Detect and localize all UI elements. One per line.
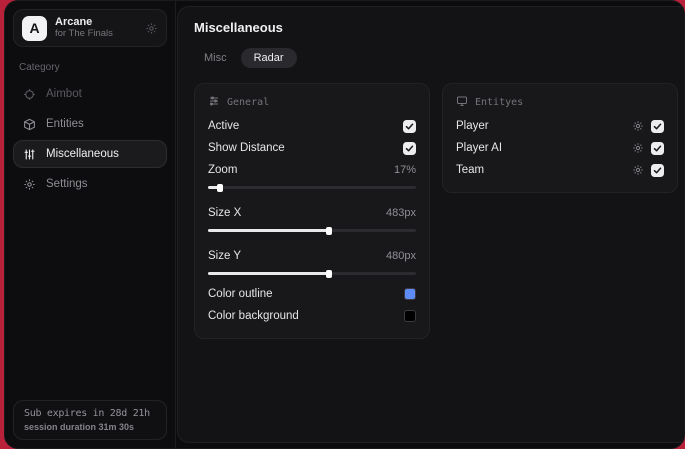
entity-row-player: Player bbox=[456, 115, 664, 137]
sidebar-item-label: Settings bbox=[46, 178, 88, 190]
setting-label: Color background bbox=[208, 310, 299, 322]
entity-label: Team bbox=[456, 164, 485, 176]
setting-row-color-outline: Color outline bbox=[208, 283, 416, 305]
page-title: Miscellaneous bbox=[194, 20, 283, 35]
entity-row-team: Team bbox=[456, 159, 664, 181]
session-duration-text: session duration 31m 30s bbox=[24, 422, 135, 432]
color-outline-swatch[interactable] bbox=[404, 288, 416, 300]
player-checkbox[interactable] bbox=[651, 119, 664, 133]
size-y-slider-fill bbox=[208, 269, 332, 278]
app-title: Arcane bbox=[55, 16, 93, 29]
app-window: A Arcane for The Finals Category Aimbot … bbox=[4, 0, 685, 449]
gear-icon[interactable] bbox=[632, 142, 644, 154]
size-x-value: 483px bbox=[386, 207, 416, 219]
monitor-icon bbox=[456, 95, 468, 110]
sliders-icon bbox=[23, 148, 36, 161]
setting-row-active: Active bbox=[208, 115, 416, 137]
setting-label: Size X bbox=[208, 207, 242, 219]
sub-expiry-text: Sub expires in 28d 21h bbox=[24, 408, 150, 419]
sidebar-item-label: Entities bbox=[46, 118, 84, 130]
app-subtitle: for The Finals bbox=[55, 27, 113, 39]
size-x-slider-thumb[interactable] bbox=[325, 226, 332, 235]
main-card: Miscellaneous Misc Radar General Active … bbox=[177, 6, 684, 443]
app-logo: A bbox=[22, 15, 47, 41]
size-y-slider[interactable] bbox=[208, 269, 416, 278]
sidebar: A Arcane for The Finals Category Aimbot … bbox=[5, 1, 176, 448]
show-distance-checkbox[interactable] bbox=[403, 141, 416, 155]
active-checkbox[interactable] bbox=[403, 119, 416, 133]
setting-row-zoom: Zoom 17% bbox=[208, 159, 416, 181]
entity-label: Player bbox=[456, 120, 489, 132]
team-checkbox[interactable] bbox=[651, 163, 664, 177]
setting-label: Show Distance bbox=[208, 142, 285, 154]
gear-icon[interactable] bbox=[145, 22, 158, 35]
main-area: Miscellaneous Misc Radar General Active … bbox=[176, 1, 684, 448]
app-header-card: A Arcane for The Finals bbox=[13, 9, 167, 47]
tab-misc[interactable]: Misc bbox=[194, 48, 237, 68]
size-x-slider-fill bbox=[208, 226, 332, 235]
category-label: Category bbox=[19, 62, 60, 73]
setting-label: Zoom bbox=[208, 164, 238, 176]
sidebar-nav: Aimbot Entities Miscellaneous Settings bbox=[13, 80, 167, 198]
gear-icon bbox=[23, 178, 36, 191]
sidebar-item-aimbot[interactable]: Aimbot bbox=[13, 80, 167, 108]
size-x-slider[interactable] bbox=[208, 226, 416, 235]
general-panel: General Active Show Distance Zoom 17% Si… bbox=[194, 83, 430, 339]
size-y-value: 480px bbox=[386, 250, 416, 262]
panels-row: General Active Show Distance Zoom 17% Si… bbox=[194, 83, 678, 339]
entity-label: Player AI bbox=[456, 142, 503, 154]
subscription-info-card: Sub expires in 28d 21h session duration … bbox=[13, 400, 167, 440]
sidebar-item-settings[interactable]: Settings bbox=[13, 170, 167, 198]
zoom-slider-thumb[interactable] bbox=[217, 183, 224, 192]
mini-sliders-icon bbox=[208, 95, 220, 110]
sidebar-item-entities[interactable]: Entities bbox=[13, 110, 167, 138]
tab-radar[interactable]: Radar bbox=[240, 48, 297, 68]
zoom-value: 17% bbox=[393, 164, 416, 176]
setting-row-size-y: Size Y 480px bbox=[208, 245, 416, 267]
gear-icon[interactable] bbox=[632, 164, 644, 176]
setting-label: Color outline bbox=[208, 288, 273, 300]
gear-icon[interactable] bbox=[632, 120, 644, 132]
setting-row-size-x: Size X 483px bbox=[208, 202, 416, 224]
setting-label: Active bbox=[208, 120, 240, 132]
general-panel-title: General bbox=[227, 97, 270, 108]
color-background-swatch[interactable] bbox=[404, 310, 416, 322]
tab-bar: Misc Radar bbox=[194, 48, 678, 68]
zoom-slider-fill bbox=[208, 183, 224, 192]
crosshair-icon bbox=[23, 88, 36, 101]
app-meta: Arcane for The Finals bbox=[55, 16, 137, 40]
entities-panel: Entityes Player Player AI Team bbox=[442, 83, 678, 193]
entities-panel-title: Entityes bbox=[475, 97, 524, 108]
sidebar-item-miscellaneous[interactable]: Miscellaneous bbox=[13, 140, 167, 168]
sidebar-item-label: Aimbot bbox=[46, 88, 82, 100]
entity-row-player-ai: Player AI bbox=[456, 137, 664, 159]
setting-row-show-distance: Show Distance bbox=[208, 137, 416, 159]
cube-icon bbox=[23, 118, 36, 131]
zoom-slider[interactable] bbox=[208, 183, 416, 192]
setting-label: Size Y bbox=[208, 250, 242, 262]
player-ai-checkbox[interactable] bbox=[651, 141, 664, 155]
general-panel-header: General bbox=[208, 95, 416, 110]
setting-row-color-background: Color background bbox=[208, 305, 416, 327]
size-y-slider-thumb[interactable] bbox=[325, 269, 332, 278]
sidebar-item-label: Miscellaneous bbox=[46, 148, 119, 160]
entities-panel-header: Entityes bbox=[456, 95, 664, 110]
